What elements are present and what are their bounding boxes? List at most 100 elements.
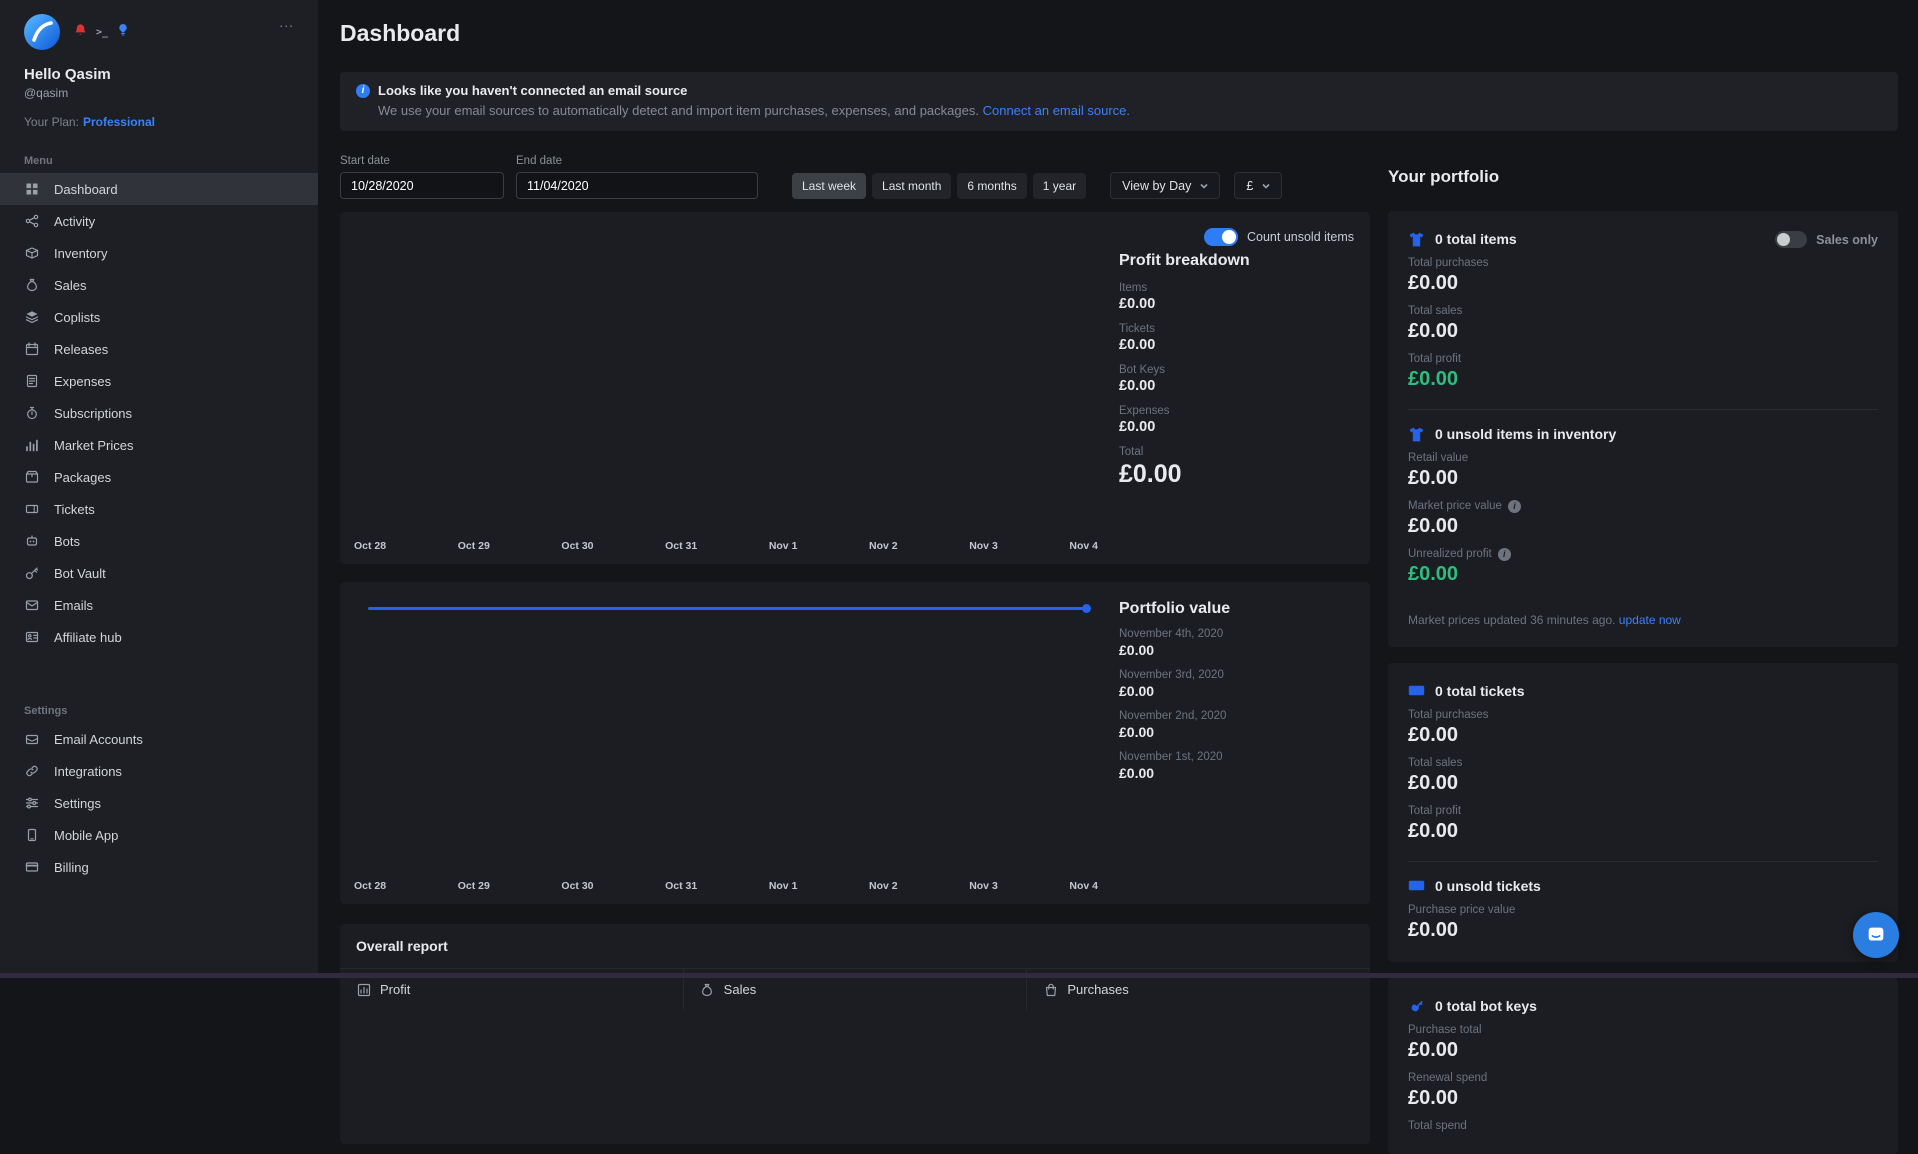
activity-icon (24, 214, 39, 229)
toggle-off-switch[interactable] (1775, 231, 1807, 248)
total-bot-keys-card: 0 total bot keys Purchase total£0.00 Ren… (1388, 978, 1898, 1154)
email-source-banner: i Looks like you haven't connected an em… (340, 72, 1898, 131)
portfolio-value-line (368, 607, 1087, 610)
chat-icon (1865, 924, 1887, 946)
portfolio-value-title: Portfolio value (1119, 600, 1230, 618)
sidebar-item-emails[interactable]: Emails (0, 589, 318, 621)
end-date-input[interactable] (516, 172, 758, 199)
start-date-label: Start date (340, 155, 504, 167)
portfolio-value-chart-panel: Portfolio value November 4th, 2020£0.00 … (340, 582, 1370, 904)
filter-bar: Start date End date Last week Last month… (340, 155, 1370, 199)
range-last-week-button[interactable]: Last week (792, 173, 866, 199)
sidebar-item-coplists[interactable]: Coplists (0, 301, 318, 333)
purchases-bag-icon (1043, 982, 1058, 997)
sidebar-item-subscriptions[interactable]: Subscriptions (0, 397, 318, 429)
bot-vault-key-icon (24, 566, 39, 581)
overall-report-panel: Overall report Profit Sales Purchases (340, 924, 1370, 1144)
start-date-input[interactable] (340, 172, 504, 199)
connect-email-source-link[interactable]: Connect an email source. (983, 103, 1130, 118)
sidebar-item-activity[interactable]: Activity (0, 205, 318, 237)
releases-icon (24, 342, 39, 357)
integrations-link-icon (24, 764, 39, 779)
key-icon (1408, 999, 1425, 1014)
tshirt-icon (1408, 427, 1425, 442)
toggle-on-switch[interactable] (1204, 228, 1238, 246)
sidebar: ... >_ Hello Qasim @qasim Your Plan:Prof… (0, 0, 318, 978)
sidebar-item-mobile-app[interactable]: Mobile App (0, 819, 318, 851)
sidebar-item-settings[interactable]: Settings (0, 787, 318, 819)
sidebar-item-bots[interactable]: Bots (0, 525, 318, 557)
sidebar-item-tickets[interactable]: Tickets (0, 493, 318, 525)
sales-icon (24, 278, 39, 293)
notifications-bell-icon[interactable] (74, 23, 87, 42)
sidebar-item-sales[interactable]: Sales (0, 269, 318, 301)
bottom-edge-bar (0, 973, 1918, 978)
range-last-month-button[interactable]: Last month (872, 173, 951, 199)
sidebar-item-affiliate-hub[interactable]: Affiliate hub (0, 621, 318, 653)
market-prices-updated-text: Market prices updated 36 minutes ago. (1408, 613, 1615, 627)
sidebar-item-email-accounts[interactable]: Email Accounts (0, 723, 318, 755)
sidebar-item-releases[interactable]: Releases (0, 333, 318, 365)
sidebar-item-market-prices[interactable]: Market Prices (0, 429, 318, 461)
settings-header: Settings (0, 705, 318, 717)
bots-icon (24, 534, 39, 549)
ticket-icon (1408, 684, 1425, 699)
tickets-icon (24, 502, 39, 517)
page-title: Dashboard (340, 20, 1898, 47)
sidebar-item-packages[interactable]: Packages (0, 461, 318, 493)
info-icon[interactable]: i (1498, 548, 1511, 561)
profit-chart-icon (356, 982, 371, 997)
count-unsold-items-toggle[interactable]: Count unsold items (1204, 228, 1354, 246)
update-now-link[interactable]: update now (1619, 613, 1681, 627)
affiliate-hub-icon (24, 630, 39, 645)
sidebar-item-inventory[interactable]: Inventory (0, 237, 318, 269)
sidebar-item-bot-vault[interactable]: Bot Vault (0, 557, 318, 589)
tshirt-icon (1408, 232, 1425, 247)
app-logo[interactable] (24, 14, 60, 50)
inventory-icon (24, 246, 39, 261)
portfolio-value-summary: Portfolio value November 4th, 2020£0.00 … (1119, 600, 1230, 792)
profit-breakdown-title: Profit breakdown (1119, 252, 1354, 270)
banner-body: We use your email sources to automatical… (378, 103, 979, 118)
view-by-dropdown[interactable]: View by Day (1110, 172, 1220, 199)
info-icon: i (356, 84, 370, 98)
sidebar-item-expenses[interactable]: Expenses (0, 365, 318, 397)
billing-card-icon (24, 860, 39, 875)
sidebar-item-integrations[interactable]: Integrations (0, 755, 318, 787)
sidebar-item-dashboard[interactable]: Dashboard (0, 173, 318, 205)
range-6-months-button[interactable]: 6 months (957, 173, 1026, 199)
terminal-icon[interactable]: >_ (96, 27, 108, 38)
expenses-icon (24, 374, 39, 389)
market-prices-icon (24, 438, 39, 453)
settings-sliders-icon (24, 796, 39, 811)
subscriptions-icon (24, 406, 39, 421)
sidebar-item-billing[interactable]: Billing (0, 851, 318, 883)
profit-breakdown: Profit breakdown Items£0.00 Tickets£0.00… (1119, 252, 1354, 500)
end-date-label: End date (516, 155, 758, 167)
chevron-down-icon (1262, 182, 1270, 190)
range-1-year-button[interactable]: 1 year (1033, 173, 1086, 199)
lightbulb-icon[interactable] (117, 23, 129, 42)
profit-chart-x-axis: Oct 28Oct 29Oct 30Oct 31Nov 1Nov 2Nov 3N… (354, 540, 1098, 552)
info-icon[interactable]: i (1508, 500, 1521, 513)
banner-title: Looks like you haven't connected an emai… (378, 83, 687, 98)
email-accounts-icon (24, 732, 39, 747)
sales-only-toggle[interactable]: Sales only (1775, 231, 1878, 248)
greeting: Hello Qasim (24, 66, 294, 83)
plan-value-link[interactable]: Professional (83, 115, 155, 129)
total-items-card: 0 total items Sales only Total purchases… (1388, 211, 1898, 647)
main-content: Dashboard i Looks like you haven't conne… (318, 0, 1918, 978)
packages-icon (24, 470, 39, 485)
mobile-app-phone-icon (24, 828, 39, 843)
total-tickets-card: 0 total tickets Total purchases£0.00 Tot… (1388, 663, 1898, 962)
range-buttons: Last week Last month 6 months 1 year (792, 173, 1086, 199)
currency-dropdown[interactable]: £ (1234, 172, 1282, 199)
overall-report-title: Overall report (340, 924, 1370, 969)
emails-icon (24, 598, 39, 613)
sidebar-more-button[interactable]: ... (279, 14, 294, 30)
profit-chart-panel: Count unsold items Profit breakdown Item… (340, 212, 1370, 564)
user-handle: @qasim (24, 86, 294, 100)
your-portfolio-title: Your portfolio (1388, 167, 1898, 187)
chat-widget-button[interactable] (1853, 912, 1899, 958)
dashboard-grid-icon (24, 182, 39, 197)
